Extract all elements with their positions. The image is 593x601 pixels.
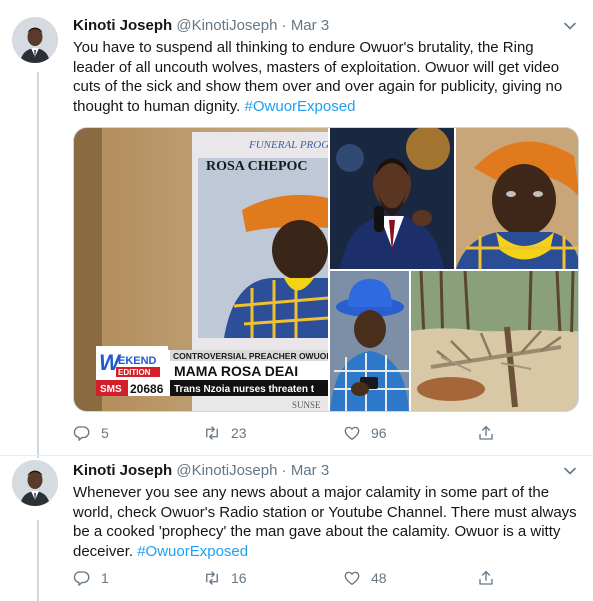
- author-name[interactable]: Kinoti Joseph: [73, 17, 172, 34]
- retweet-button[interactable]: 16: [203, 568, 247, 588]
- woman-phone-image: [330, 271, 409, 411]
- separator-dot: ·: [281, 17, 287, 34]
- poster-subtitle: SUNSE: [292, 400, 321, 410]
- tweet-date[interactable]: Mar 3: [291, 462, 329, 479]
- separator-dot: ·: [281, 462, 287, 479]
- tv-screenshot-image: FUNERAL PROG ROSA CHEPOC SUNSE CONTROVER…: [74, 128, 328, 411]
- avatar[interactable]: [12, 460, 58, 506]
- avatar-image: [12, 17, 58, 63]
- poster-name: ROSA CHEPOC: [206, 159, 308, 174]
- like-icon: [344, 426, 360, 441]
- reply-button[interactable]: 1: [73, 568, 109, 588]
- like-icon: [344, 571, 360, 586]
- author-name[interactable]: Kinoti Joseph: [73, 462, 172, 479]
- tweet-actions: 1 16 48: [73, 568, 513, 588]
- tv-logo-bottom: EDITION: [118, 368, 151, 377]
- tv-headline-main: MAMA ROSA DEAI: [174, 363, 298, 379]
- retweet-count: 16: [231, 570, 247, 586]
- media-photo-woman-phone[interactable]: [330, 271, 409, 411]
- share-icon: [479, 425, 493, 440]
- caret-down-icon[interactable]: [561, 17, 579, 35]
- caret-down-icon[interactable]: [561, 462, 579, 480]
- reply-icon: [73, 571, 90, 586]
- retweet-button[interactable]: 23: [203, 423, 247, 443]
- tweet-text: Whenever you see any news about a major …: [73, 483, 579, 561]
- reply-count: 1: [101, 570, 109, 586]
- media-photo-woman[interactable]: [456, 128, 578, 269]
- tweet[interactable]: Kinoti Joseph @KinotiJoseph · Mar 3 When…: [0, 456, 593, 601]
- share-button[interactable]: [477, 423, 495, 443]
- tweet-actions: 5 23 96: [73, 423, 513, 443]
- like-count: 48: [371, 570, 387, 586]
- like-count: 96: [371, 425, 387, 441]
- woman-closeup-image: [456, 128, 578, 269]
- tv-headline-top: CONTROVERSIAL PREACHER OWUOR ALLE: [173, 351, 328, 361]
- author-handle[interactable]: @KinotiJoseph: [176, 17, 277, 34]
- avatar-image: [12, 460, 58, 506]
- like-button[interactable]: 48: [343, 568, 387, 588]
- retweet-count: 23: [231, 425, 247, 441]
- tv-ticker-text: Trans Nzoia nurses threaten t: [174, 384, 315, 395]
- share-button[interactable]: [477, 568, 495, 588]
- retweet-icon: [206, 571, 218, 585]
- author-handle[interactable]: @KinotiJoseph: [176, 462, 277, 479]
- tv-sms-number: 20686: [130, 382, 164, 396]
- tweet-text: You have to suspend all thinking to endu…: [73, 38, 579, 116]
- hashtag-link[interactable]: #OwuorExposed: [245, 98, 356, 115]
- reply-count: 5: [101, 425, 109, 441]
- media-photo-preacher[interactable]: [330, 128, 454, 269]
- preacher-image: [330, 128, 454, 269]
- retweet-icon: [206, 426, 218, 440]
- like-button[interactable]: 96: [343, 423, 387, 443]
- media-photo-tv-screenshot[interactable]: FUNERAL PROG ROSA CHEPOC SUNSE CONTROVER…: [74, 128, 328, 411]
- share-icon: [479, 570, 493, 585]
- tweet[interactable]: Kinoti Joseph @KinotiJoseph · Mar 3 You …: [0, 0, 593, 455]
- hashtag-link[interactable]: #OwuorExposed: [137, 543, 248, 560]
- tweet-header: Kinoti Joseph @KinotiJoseph · Mar 3: [73, 461, 329, 481]
- tweet-header: Kinoti Joseph @KinotiJoseph · Mar 3: [73, 16, 329, 36]
- tv-logo-top: EKEND: [118, 355, 157, 367]
- poster-title: FUNERAL PROG: [248, 139, 328, 151]
- media-photo-fallen-tree[interactable]: [411, 271, 578, 411]
- tweet-date[interactable]: Mar 3: [291, 17, 329, 34]
- avatar[interactable]: [12, 17, 58, 63]
- fallen-tree-image: [411, 271, 578, 411]
- media-grid: FUNERAL PROG ROSA CHEPOC SUNSE CONTROVER…: [73, 127, 579, 412]
- tv-sms-label: SMS: [100, 384, 122, 395]
- reply-button[interactable]: 5: [73, 423, 109, 443]
- reply-icon: [73, 426, 90, 441]
